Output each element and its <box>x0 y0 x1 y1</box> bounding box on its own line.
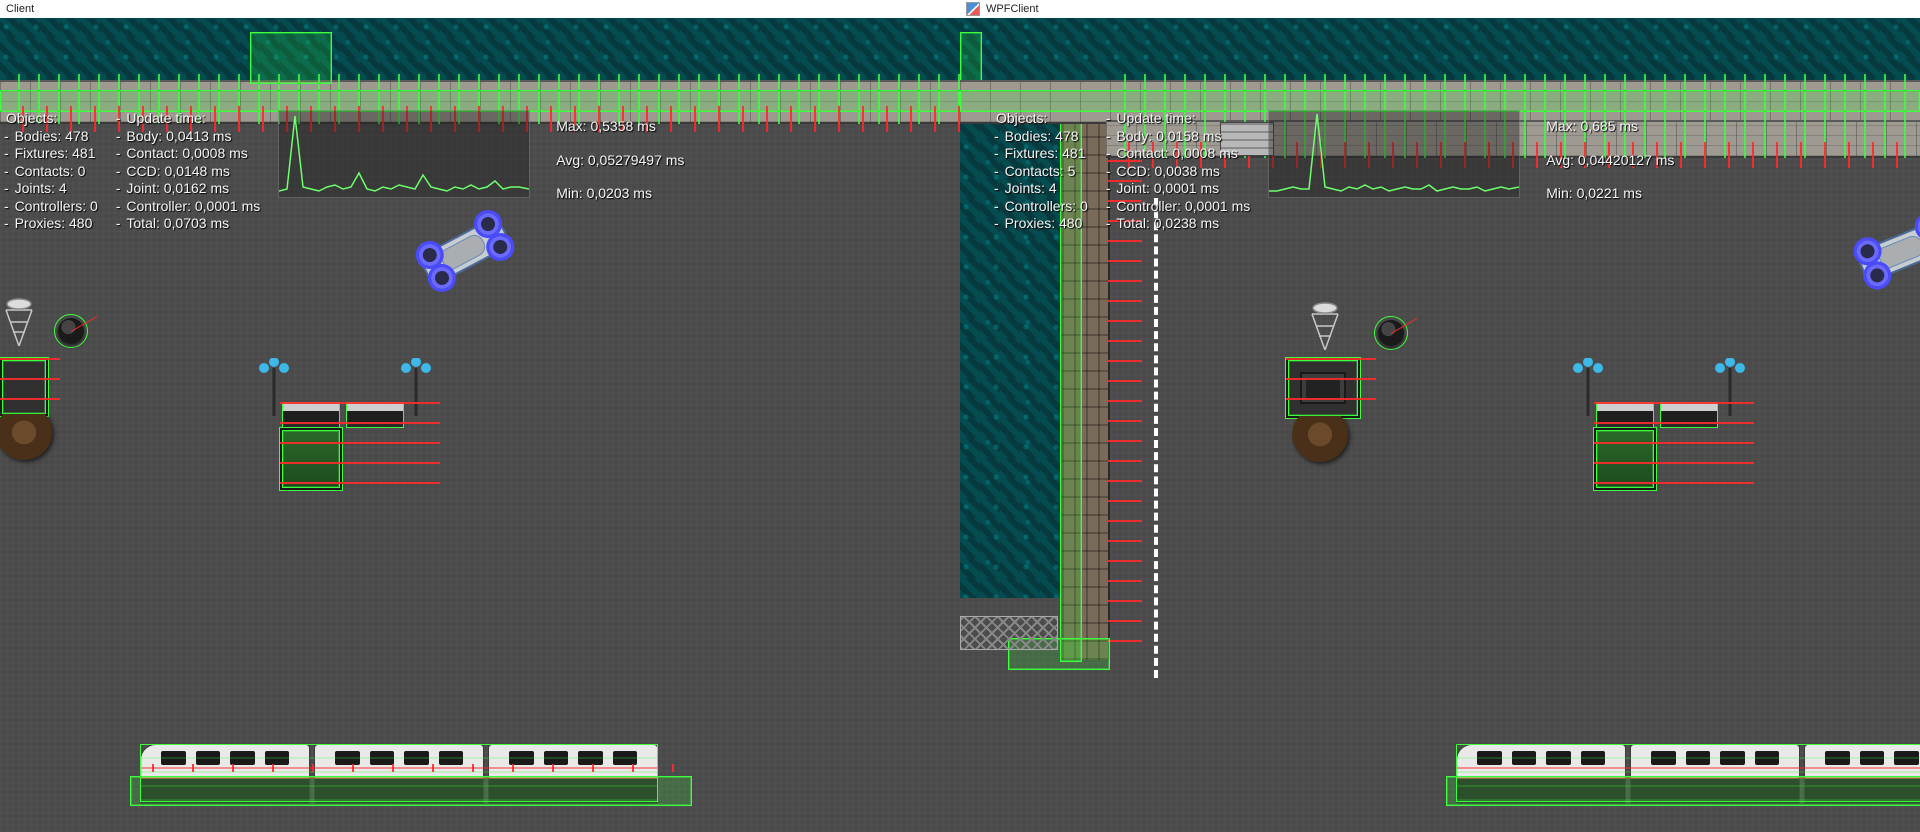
dumpster-right <box>1594 428 1656 490</box>
fixtures-count: Fixtures: 481 <box>4 145 98 163</box>
track-right <box>1446 776 1920 806</box>
perf-max-r: Max: 0,685 ms <box>1546 110 1674 144</box>
perf-stats-left: Max: 0,5358 ms Avg: 0,05279497 ms Min: 0… <box>556 110 684 233</box>
chainlink-fence <box>960 616 1058 650</box>
player-car-right[interactable] <box>1853 213 1920 289</box>
dumpster-left <box>280 428 342 490</box>
antenna-r <box>1308 300 1342 350</box>
debug-overlay-right: Objects: Bodies: 478 Fixtures: 481 Conta… <box>994 110 1674 233</box>
update-header-r: Update time: <box>1106 110 1250 128</box>
debug-update-col-r: Update time: Body: 0,0158 ms Contact: 0,… <box>1106 110 1250 233</box>
joints-count-r: Joints: 4 <box>994 180 1088 198</box>
body-time: Body: 0,0413 ms <box>116 128 260 146</box>
debug-objects-col-r: Objects: Bodies: 478 Fixtures: 481 Conta… <box>994 110 1088 233</box>
left-viewport[interactable]: Objects: Bodies: 478 Fixtures: 481 Conta… <box>0 18 960 832</box>
left-title-text: Client <box>6 3 34 15</box>
bench-left-a <box>282 402 340 428</box>
bench-right-a <box>1596 402 1654 428</box>
green-collision-top-r <box>960 90 1920 112</box>
lamp-post-right-b <box>1714 358 1746 416</box>
perf-min-r: Min: 0,0221 ms <box>1546 177 1674 211</box>
right-viewport[interactable]: Objects: Bodies: 478 Fixtures: 481 Conta… <box>960 18 1920 832</box>
total-time: Total: 0,0703 ms <box>116 215 260 233</box>
building-left-top <box>0 358 48 416</box>
debug-overlay-left: Objects: Bodies: 478 Fixtures: 481 Conta… <box>4 110 684 233</box>
tree-stump-left <box>0 414 52 460</box>
controllers-count: Controllers: 0 <box>4 198 98 216</box>
perf-stats-right: Max: 0,685 ms Avg: 0,04420127 ms Min: 0,… <box>1546 110 1674 233</box>
bodies-count-r: Bodies: 478 <box>994 128 1088 146</box>
window-icon <box>966 2 980 16</box>
bodies-count: Bodies: 478 <box>4 128 98 146</box>
objects-header-r: Objects: <box>994 110 1088 128</box>
fixtures-count-r: Fixtures: 481 <box>994 145 1088 163</box>
app-root: Client <box>0 0 1920 832</box>
antenna <box>2 296 36 346</box>
water-top-r <box>960 18 1920 80</box>
dashed-marker <box>1154 198 1158 678</box>
body-time-r: Body: 0,0158 ms <box>1106 128 1250 146</box>
bench-right-b <box>1660 402 1718 428</box>
perf-avg: Avg: 0,05279497 ms <box>556 144 684 178</box>
joint-time: Joint: 0,0162 ms <box>116 180 260 198</box>
contacts-count-r: Contacts: 5 <box>994 163 1088 181</box>
right-title-text: WPFClient <box>986 3 1039 15</box>
green-block-top <box>250 32 332 84</box>
player-character-right[interactable] <box>1378 320 1404 346</box>
right-pane: WPFClient <box>960 0 1920 832</box>
debug-objects-col: Objects: Bodies: 478 Fixtures: 481 Conta… <box>4 110 98 233</box>
debug-update-col: Update time: Body: 0,0413 ms Contact: 0,… <box>116 110 260 233</box>
lamp-post-left-b <box>400 358 432 416</box>
bench-left-b <box>346 402 404 428</box>
contacts-count: Contacts: 0 <box>4 163 98 181</box>
update-header: Update time: <box>116 110 260 128</box>
controllers-count-r: Controllers: 0 <box>994 198 1088 216</box>
tree-stump-right <box>1292 416 1348 462</box>
player-character-left[interactable] <box>58 318 84 344</box>
perf-avg-r: Avg: 0,04420127 ms <box>1546 144 1674 178</box>
green-block-tl <box>960 32 982 84</box>
joint-time-r: Joint: 0,0001 ms <box>1106 180 1250 198</box>
controller-time-r: Controller: 0,0001 ms <box>1106 198 1250 216</box>
right-titlebar[interactable]: WPFClient <box>960 0 1920 19</box>
left-titlebar[interactable]: Client <box>0 0 960 19</box>
perf-graph-left <box>278 110 530 198</box>
ccd-time-r: CCD: 0,0038 ms <box>1106 163 1250 181</box>
joints-count: Joints: 4 <box>4 180 98 198</box>
proxies-count-r: Proxies: 480 <box>994 215 1088 233</box>
perf-max: Max: 0,5358 ms <box>556 110 684 144</box>
perf-graph-right <box>1268 110 1520 198</box>
perf-min: Min: 0,0203 ms <box>556 177 684 211</box>
contact-time: Contact: 0,0008 ms <box>116 145 260 163</box>
left-pane: Client <box>0 0 960 832</box>
objects-header: Objects: <box>4 110 98 128</box>
total-time-r: Total: 0,0238 ms <box>1106 215 1250 233</box>
water-top <box>0 18 960 80</box>
track-left <box>130 776 692 806</box>
building-inner <box>1300 372 1346 404</box>
contact-time-r: Contact: 0,0008 ms <box>1106 145 1250 163</box>
proxies-count: Proxies: 480 <box>4 215 98 233</box>
ccd-time: CCD: 0,0148 ms <box>116 163 260 181</box>
controller-time: Controller: 0,0001 ms <box>116 198 260 216</box>
green-collision-top <box>0 90 960 112</box>
